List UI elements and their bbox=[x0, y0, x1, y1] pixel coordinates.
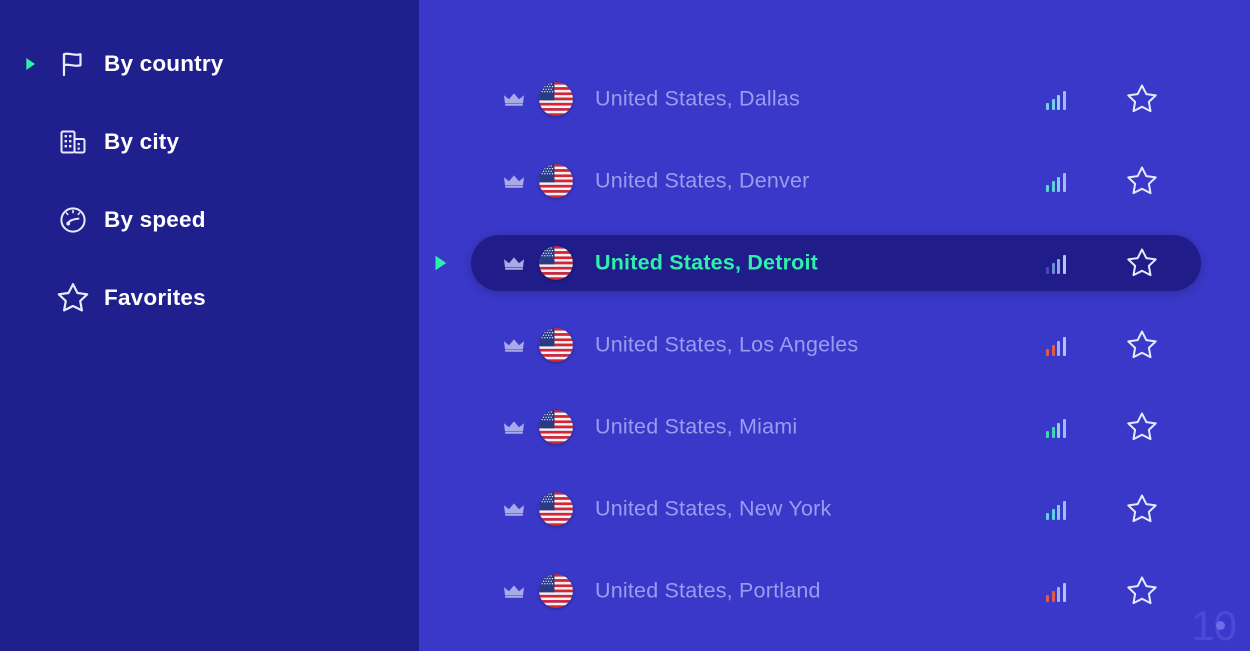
signal-bar bbox=[1057, 587, 1061, 602]
us-flag-icon bbox=[539, 492, 573, 526]
crown-icon bbox=[503, 91, 525, 107]
server-name-label: United States, New York bbox=[595, 496, 832, 521]
buildings-icon bbox=[50, 127, 96, 157]
signal-bars-icon bbox=[1046, 334, 1066, 356]
star-outline-icon[interactable] bbox=[1125, 247, 1159, 280]
us-flag-icon bbox=[539, 246, 573, 280]
signal-bar bbox=[1051, 99, 1055, 110]
us-flag-icon bbox=[539, 328, 573, 362]
signal-bar bbox=[1057, 259, 1061, 274]
sidebar-active-pointer-icon bbox=[10, 55, 50, 73]
signal-bar bbox=[1062, 583, 1066, 602]
app-root: By country By city By speed Favorites 10 bbox=[0, 0, 1250, 651]
server-row-pill[interactable]: United States, Portland bbox=[471, 563, 1201, 619]
crown-icon bbox=[503, 419, 525, 435]
crown-icon bbox=[503, 337, 525, 353]
selected-row-pointer-icon bbox=[429, 252, 451, 274]
crown-icon bbox=[503, 583, 525, 599]
us-flag-icon bbox=[539, 410, 573, 444]
sidebar-item-label: By country bbox=[104, 51, 224, 76]
sidebar-item-label: By city bbox=[104, 129, 180, 154]
signal-bars-icon bbox=[1046, 580, 1066, 602]
us-flag-icon bbox=[539, 164, 573, 198]
server-row-pill[interactable]: United States, Denver bbox=[471, 153, 1201, 209]
star-icon bbox=[50, 281, 96, 315]
signal-bar bbox=[1062, 337, 1066, 356]
sidebar: By country By city By speed Favorites bbox=[0, 0, 419, 651]
sidebar-item-label: By speed bbox=[104, 207, 206, 232]
signal-bar bbox=[1057, 341, 1061, 356]
signal-bar bbox=[1062, 173, 1066, 192]
flag-icon bbox=[50, 50, 96, 78]
us-flag-icon bbox=[539, 82, 573, 116]
signal-bars-icon bbox=[1046, 88, 1066, 110]
signal-bar bbox=[1051, 509, 1055, 520]
signal-bar bbox=[1057, 423, 1061, 438]
signal-bars-icon bbox=[1046, 252, 1066, 274]
signal-bar bbox=[1051, 591, 1055, 602]
server-name-label: United States, Dallas bbox=[595, 86, 800, 111]
signal-bar bbox=[1046, 103, 1050, 110]
signal-bars-icon bbox=[1046, 170, 1066, 192]
server-name-label: United States, Portland bbox=[595, 578, 821, 603]
signal-bar bbox=[1062, 91, 1066, 110]
server-list-item[interactable]: United States, Portland bbox=[419, 563, 1250, 619]
signal-bar bbox=[1046, 185, 1050, 192]
star-outline-icon[interactable] bbox=[1125, 83, 1159, 116]
signal-bars-icon bbox=[1046, 498, 1066, 520]
signal-bar bbox=[1046, 431, 1050, 438]
server-name-label: United States, Miami bbox=[595, 414, 798, 439]
us-flag-icon bbox=[539, 574, 573, 608]
server-row-pill[interactable]: United States, Miami bbox=[471, 399, 1201, 455]
signal-bar bbox=[1046, 349, 1050, 356]
signal-bar bbox=[1046, 513, 1050, 520]
server-row-pill[interactable]: United States, New York bbox=[471, 481, 1201, 537]
server-name-label: United States, Los Angeles bbox=[595, 332, 859, 357]
server-row-pill[interactable]: United States, Dallas bbox=[471, 71, 1201, 127]
server-list-item[interactable]: United States, Denver bbox=[419, 153, 1250, 209]
star-outline-icon[interactable] bbox=[1125, 165, 1159, 198]
signal-bar bbox=[1062, 255, 1066, 274]
watermark-dot bbox=[1216, 621, 1225, 630]
star-outline-icon[interactable] bbox=[1125, 411, 1159, 444]
signal-bar bbox=[1051, 427, 1055, 438]
sidebar-item-by-speed[interactable]: By speed bbox=[0, 192, 419, 248]
server-list-item[interactable]: United States, New York bbox=[419, 481, 1250, 537]
server-list-item[interactable]: United States, Los Angeles bbox=[419, 317, 1250, 373]
star-outline-icon[interactable] bbox=[1125, 493, 1159, 526]
crown-icon bbox=[503, 255, 525, 271]
signal-bar bbox=[1057, 177, 1061, 192]
star-outline-icon[interactable] bbox=[1125, 329, 1159, 362]
speedometer-icon bbox=[50, 205, 96, 235]
signal-bars-icon bbox=[1046, 416, 1066, 438]
signal-bar bbox=[1051, 263, 1055, 274]
star-outline-icon[interactable] bbox=[1125, 575, 1159, 608]
sidebar-item-by-country[interactable]: By country bbox=[0, 36, 419, 92]
sidebar-item-by-city[interactable]: By city bbox=[0, 114, 419, 170]
server-row-pill[interactable]: United States, Los Angeles bbox=[471, 317, 1201, 373]
crown-icon bbox=[503, 501, 525, 517]
signal-bar bbox=[1051, 345, 1055, 356]
signal-bar bbox=[1051, 181, 1055, 192]
signal-bar bbox=[1046, 595, 1050, 602]
server-list: 10 United States, Dallas United States, … bbox=[419, 0, 1250, 651]
server-name-label: United States, Denver bbox=[595, 168, 810, 193]
signal-bar bbox=[1057, 95, 1061, 110]
server-list-item[interactable]: United States, Miami bbox=[419, 399, 1250, 455]
server-row-pill[interactable]: United States, Detroit bbox=[471, 235, 1201, 291]
sidebar-item-favorites[interactable]: Favorites bbox=[0, 270, 419, 326]
signal-bar bbox=[1062, 419, 1066, 438]
signal-bar bbox=[1057, 505, 1061, 520]
server-name-label: United States, Detroit bbox=[595, 250, 819, 275]
crown-icon bbox=[503, 173, 525, 189]
sidebar-item-label: Favorites bbox=[104, 285, 206, 310]
server-list-item[interactable]: United States, Dallas bbox=[419, 71, 1250, 127]
server-list-item[interactable]: United States, Detroit bbox=[419, 235, 1250, 291]
signal-bar bbox=[1062, 501, 1066, 520]
signal-bar bbox=[1046, 267, 1050, 274]
